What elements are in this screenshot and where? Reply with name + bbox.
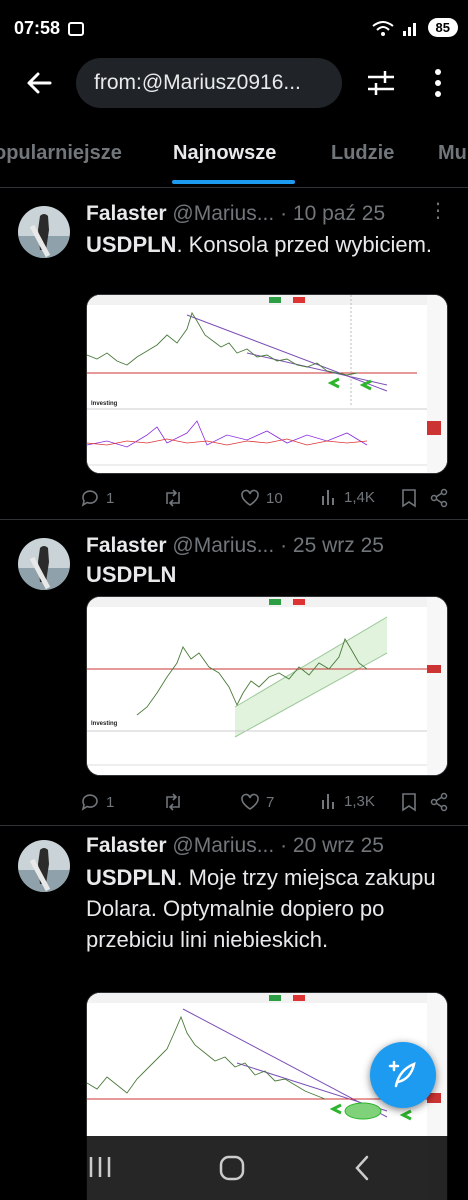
- retweet-button[interactable]: [162, 792, 184, 812]
- views-button[interactable]: 1,4K: [320, 488, 375, 506]
- reply-button[interactable]: 1: [80, 792, 114, 812]
- views-bar-icon: [322, 794, 334, 809]
- search-field[interactable]: from:@Mariusz0916...: [76, 58, 342, 108]
- like-count: 10: [266, 489, 283, 507]
- recent-apps-icon[interactable]: [88, 1154, 112, 1180]
- tweet-date[interactable]: · 10 paź 25: [280, 202, 385, 225]
- retweet-button[interactable]: [162, 488, 184, 508]
- tweet-text: USDPLN. Moje trzy miejsca zakupu Dolara.…: [86, 862, 446, 955]
- author-name[interactable]: Falaster: [86, 202, 167, 225]
- more-vertical-icon[interactable]: [428, 66, 448, 100]
- reply-icon: [81, 794, 98, 811]
- tweet[interactable]: Falaster @Marius... · 25 wrz 25 USDPLN I…: [0, 520, 468, 826]
- tweet-header: Falaster @Marius... · 25 wrz 25: [86, 534, 384, 558]
- tweet-date[interactable]: · 25 wrz 25: [280, 534, 384, 557]
- tweet[interactable]: Falaster @Marius... · 10 paź 25 ⋮ USDPLN…: [0, 188, 468, 520]
- compose-button[interactable]: [370, 1042, 436, 1108]
- share-icon: [430, 792, 448, 812]
- author-handle[interactable]: @Marius...: [172, 834, 274, 857]
- author-handle[interactable]: @Marius...: [172, 202, 274, 225]
- ticker-bold: USDPLN: [86, 232, 177, 257]
- share-button[interactable]: [430, 792, 448, 812]
- tab-media[interactable]: Mu: [438, 142, 467, 165]
- avatar[interactable]: [18, 840, 70, 892]
- view-count: 1,3K: [344, 792, 375, 810]
- share-icon: [430, 488, 448, 508]
- heart-icon: [241, 489, 259, 506]
- top-bar: from:@Mariusz0916...: [0, 54, 468, 116]
- like-count: 7: [266, 793, 275, 811]
- tweet-header: Falaster @Marius... · 20 wrz 25: [86, 834, 384, 858]
- heart-icon: [241, 793, 259, 810]
- screenshot-icon: [68, 22, 84, 36]
- more-horizontal-icon[interactable]: ⋮: [428, 198, 448, 223]
- tweet-date[interactable]: · 20 wrz 25: [280, 834, 384, 857]
- back-nav-icon[interactable]: [352, 1154, 372, 1182]
- reply-icon: [81, 490, 98, 507]
- system-nav-bar: [0, 1136, 468, 1200]
- reply-count: 1: [106, 489, 115, 507]
- ticker-bold: USDPLN: [86, 865, 177, 890]
- author-name[interactable]: Falaster: [86, 834, 167, 857]
- svg-text:Investing: Investing: [91, 721, 118, 727]
- active-tab-indicator: [172, 180, 295, 184]
- retweet-icon: [166, 793, 180, 811]
- avatar[interactable]: [18, 206, 70, 258]
- tab-latest[interactable]: Najnowsze: [173, 142, 276, 165]
- bookmark-icon: [402, 793, 416, 812]
- chart-image[interactable]: Investing: [86, 596, 448, 776]
- back-arrow-icon[interactable]: [22, 66, 56, 100]
- bookmark-button[interactable]: [400, 488, 418, 508]
- tweet-text: USDPLN: [86, 560, 446, 590]
- status-time: 07:58: [14, 18, 61, 38]
- feather-plus-icon: [388, 1060, 416, 1088]
- tweet-actions: 1 7 1,3K: [80, 792, 450, 822]
- status-indicators: 85: [371, 18, 458, 37]
- reply-count: 1: [106, 793, 115, 811]
- search-tabs: opularniejsze Najnowsze Ludzie Mu: [0, 128, 468, 188]
- search-query: from:@Mariusz0916...: [94, 71, 301, 94]
- bookmark-icon: [402, 489, 416, 508]
- bookmark-button[interactable]: [400, 792, 418, 812]
- signal-icon: [402, 22, 416, 36]
- ticker-bold: USDPLN: [86, 562, 177, 587]
- share-button[interactable]: [430, 488, 448, 508]
- reply-button[interactable]: 1: [80, 488, 114, 508]
- svg-text:Investing: Investing: [91, 401, 118, 407]
- tweet-text: USDPLN. Konsola przed wybiciem.: [86, 230, 446, 260]
- like-button[interactable]: 7: [240, 792, 274, 812]
- author-name[interactable]: Falaster: [86, 534, 167, 557]
- avatar[interactable]: [18, 538, 70, 590]
- wifi-icon: [371, 20, 394, 36]
- author-handle[interactable]: @Marius...: [172, 534, 274, 557]
- views-button[interactable]: 1,3K: [320, 792, 375, 810]
- tweet-actions: 1 10 1,4K: [80, 488, 450, 518]
- filter-sliders-icon[interactable]: [366, 68, 396, 98]
- tweet-text-rest: . Konsola przed wybiciem.: [176, 232, 433, 257]
- retweet-icon: [166, 489, 180, 507]
- status-bar: 07:58 85: [0, 0, 468, 60]
- tab-popular[interactable]: opularniejsze: [0, 142, 122, 165]
- home-icon[interactable]: [218, 1154, 246, 1182]
- view-count: 1,4K: [344, 488, 375, 506]
- views-bar-icon: [322, 490, 334, 505]
- tweet-header: Falaster @Marius... · 10 paź 25: [86, 202, 385, 226]
- battery-indicator: 85: [427, 18, 458, 37]
- tab-people[interactable]: Ludzie: [331, 142, 394, 165]
- like-button[interactable]: 10: [240, 488, 283, 508]
- chart-image[interactable]: Investing: [86, 294, 448, 474]
